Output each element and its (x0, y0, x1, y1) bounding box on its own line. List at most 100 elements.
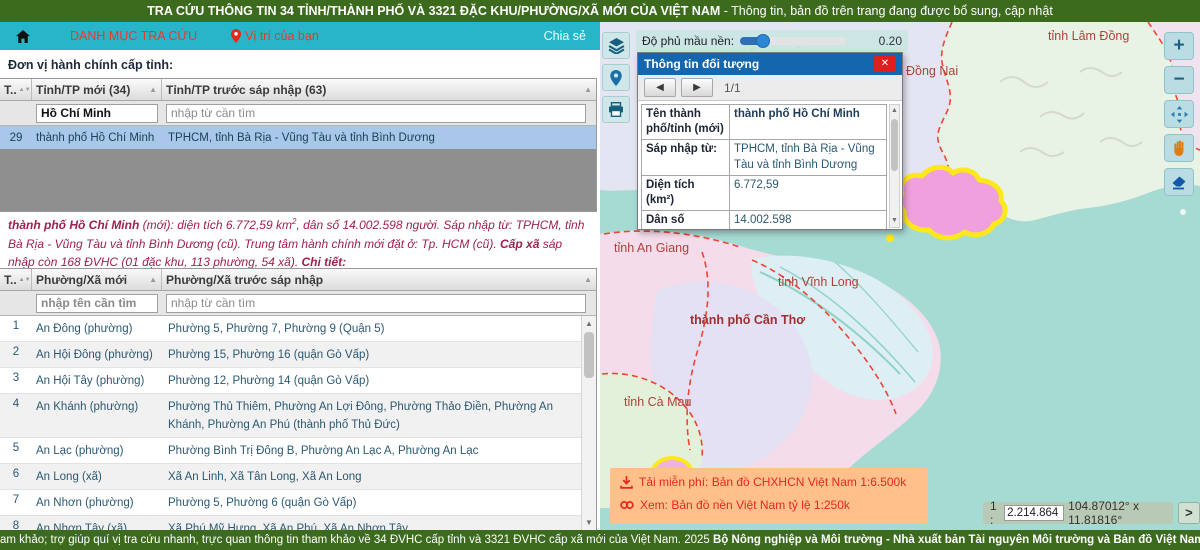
expand-button[interactable]: > (1178, 502, 1200, 524)
popup-page-indicator: 1/1 (724, 81, 741, 95)
nav-item-location[interactable]: Vị trí của bạn (231, 29, 319, 43)
scrollbar-thumb[interactable] (584, 332, 594, 378)
ward-table-scrollbar[interactable]: ▲ ▼ (581, 316, 596, 530)
next-feature-button[interactable]: ▶ (681, 78, 713, 97)
ward-row-new-name: An Nhơn Tây (xã) (32, 516, 162, 530)
prev-icon: ◀ (656, 82, 664, 93)
column-header-old-ward[interactable]: Phường/Xã trước sáp nhập ▲ (162, 269, 596, 290)
ward-row[interactable]: 7An Nhơn (phường)Phường 5, Phường 6 (quậ… (0, 490, 596, 516)
sort-asc-icon: ▲ (149, 276, 157, 284)
move-icon (1171, 106, 1188, 123)
prev-feature-button[interactable]: ◀ (644, 78, 676, 97)
home-button[interactable] (16, 30, 36, 43)
layers-button[interactable] (602, 32, 630, 59)
ward-row-new-name: An Hội Tây (phường) (32, 368, 162, 393)
hand-icon (1172, 140, 1187, 156)
popup-title-bar[interactable]: Thông tin đối tượng ✕ (638, 53, 902, 75)
ward-row-old-names: Phường 5, Phường 6 (quận Gò Vấp) (162, 490, 596, 515)
province-old-filter-input[interactable] (166, 104, 586, 123)
scroll-down-icon[interactable]: ▼ (890, 215, 899, 227)
column-header-old-province[interactable]: Tỉnh/TP trước sáp nhập (63) ▲ (162, 79, 596, 100)
province-table: T.. ▲▼ Tỉnh/TP mới (34) ▲ Tỉnh/TP trước … (0, 78, 597, 212)
ward-row[interactable]: 5An Lạc (phường)Phường Bình Trị Đông B, … (0, 438, 596, 464)
erase-button[interactable] (1164, 168, 1194, 196)
popup-body: Tên thành phố/tỉnh (mới) thành phố Hồ Ch… (638, 101, 902, 230)
printer-icon (608, 102, 624, 117)
zoom-out-button[interactable]: − (1164, 66, 1194, 94)
ward-row-old-names: Phường Thủ Thiêm, Phường An Lợi Đông, Ph… (162, 394, 596, 437)
footer-bar: am khảo; trợ giúp quí vị tra cứu nhanh, … (0, 530, 1200, 550)
ward-row[interactable]: 2An Hội Đông (phường)Phường 15, Phường 1… (0, 342, 596, 368)
opacity-value: 0.20 (879, 34, 902, 48)
ward-row-new-name: An Nhơn (phường) (32, 490, 162, 515)
ward-row-index: 3 (0, 368, 32, 384)
view-basemap-link[interactable]: Xem: Bản đồ nền Việt Nam tỷ lệ 1:250k (620, 498, 918, 512)
lookup-panel: Đơn vị hành chính cấp tỉnh: T.. ▲▼ Tỉnh/… (0, 50, 600, 530)
map-label-dong-nai: Đồng Nai (906, 64, 958, 78)
popup-row: Tên thành phố/tỉnh (mới) thành phố Hồ Ch… (642, 105, 886, 140)
share-button[interactable]: Chia sẻ (544, 29, 586, 43)
footer-publisher: Bộ Nông nghiệp và Môi trường - Nhà xuất … (713, 534, 1200, 546)
popup-scrollbar[interactable]: ▲ ▼ (889, 104, 900, 228)
ward-row-old-names: Xã Phú Mỹ Hưng, Xã An Phú, Xã An Nhơn Tâ… (162, 516, 596, 530)
scroll-up-icon[interactable]: ▲ (582, 316, 596, 331)
map-label-ca-mau: tỉnh Cà Mau (624, 395, 691, 409)
scroll-down-icon[interactable]: ▼ (582, 515, 596, 530)
popup-row: Dân số (người) 14.002.598 (642, 211, 886, 230)
column-header-new-ward[interactable]: Phường/Xã mới ▲ (32, 269, 162, 290)
opacity-slider-knob[interactable] (756, 34, 770, 48)
province-row-selected[interactable]: 29 thành phố Hồ Chí Minh TPHCM, tỉnh Bà … (0, 126, 596, 149)
map-label-can-tho: thành phố Cần Thơ (690, 313, 805, 327)
close-icon: ✕ (881, 58, 889, 69)
column-header-new-province[interactable]: Tỉnh/TP mới (34) ▲ (32, 79, 162, 100)
close-button[interactable]: ✕ (874, 56, 896, 72)
zoom-in-button[interactable]: + (1164, 32, 1194, 60)
footer-year: 2025 (684, 534, 713, 546)
scale-input[interactable] (1004, 505, 1064, 521)
drag-hand-button[interactable] (1164, 134, 1194, 162)
ward-new-filter-input[interactable] (36, 294, 158, 313)
ward-row[interactable]: 3An Hội Tây (phường)Phường 12, Phường 14… (0, 368, 596, 394)
plus-icon: + (1173, 35, 1184, 57)
download-link[interactable]: Tải miễn phí: Bản đồ CHXHCN Việt Nam 1:6… (620, 475, 918, 489)
ward-row[interactable]: 8An Nhơn Tây (xã)Xã Phú Mỹ Hưng, Xã An P… (0, 516, 596, 530)
locate-button[interactable] (602, 64, 630, 91)
ward-row-old-names: Xã An Linh, Xã Tân Long, Xã An Long (162, 464, 596, 489)
ward-row[interactable]: 1An Đông (phường)Phường 5, Phường 7, Phư… (0, 316, 596, 342)
ward-row[interactable]: 4An Khánh (phường)Phường Thủ Thiêm, Phườ… (0, 394, 596, 438)
popup-row: Diện tích (km²) 6.772,59 (642, 176, 886, 211)
layers-icon (608, 38, 625, 54)
sort-both-icon: ▲▼ (19, 277, 31, 283)
scale-coordinate-bar: 1 : 104.87012° x 11.81816° > (983, 502, 1200, 524)
ward-row-index: 7 (0, 490, 32, 506)
popup-row: Sáp nhập từ: TPHCM, tỉnh Bà Rịa - Vũng T… (642, 140, 886, 176)
ward-row-index: 8 (0, 516, 32, 530)
province-new-filter-input[interactable] (36, 104, 158, 123)
page-title-bar: TRA CỨU THÔNG TIN 34 TỈNH/THÀNH PHỐ VÀ 3… (0, 0, 1200, 22)
ward-old-filter-input[interactable] (166, 294, 586, 313)
scrollbar-thumb[interactable] (891, 119, 898, 171)
nav-bar: DANH MỤC TRA CỨU Vị trí của bạn Chia sẻ (0, 22, 600, 50)
pan-mode-button[interactable] (1164, 100, 1194, 128)
popup-attribute-table: Tên thành phố/tỉnh (mới) thành phố Hồ Ch… (641, 104, 887, 230)
menu-label: DANH MỤC TRA CỨU (70, 29, 197, 43)
column-header-index[interactable]: T.. ▲▼ (0, 79, 32, 100)
ward-row-index: 6 (0, 464, 32, 480)
ward-row-new-name: An Lạc (phường) (32, 438, 162, 463)
print-button[interactable] (602, 96, 630, 123)
scroll-up-icon[interactable]: ▲ (890, 105, 899, 117)
scale-prefix: 1 : (990, 499, 1000, 527)
scale-display: 1 : 104.87012° x 11.81816° (983, 502, 1173, 524)
feature-info-popup: Thông tin đối tượng ✕ ◀ ▶ 1/1 Tên thành … (637, 52, 903, 230)
ward-rows: 1An Đông (phường)Phường 5, Phường 7, Phư… (0, 316, 596, 530)
page-title: TRA CỨU THÔNG TIN 34 TỈNH/THÀNH PHỐ VÀ 3… (147, 4, 720, 18)
ward-row-old-names: Phường 5, Phường 7, Phường 9 (Quận 5) (162, 316, 596, 341)
column-header-index[interactable]: T.. ▲▼ (0, 269, 32, 290)
map-label-vinh-long: tỉnh Vĩnh Long (778, 275, 859, 289)
sort-both-icon: ▲▼ (19, 87, 31, 93)
ward-row[interactable]: 6An Long (xã)Xã An Linh, Xã Tân Long, Xã… (0, 464, 596, 490)
nav-item-menu[interactable]: DANH MỤC TRA CỨU (70, 29, 197, 43)
opacity-slider-track[interactable] (740, 37, 846, 45)
page-subtitle: - Thông tin, bản đồ trên trang đang được… (720, 4, 1053, 18)
map-label-an-giang: tỉnh An Giang (614, 241, 689, 255)
